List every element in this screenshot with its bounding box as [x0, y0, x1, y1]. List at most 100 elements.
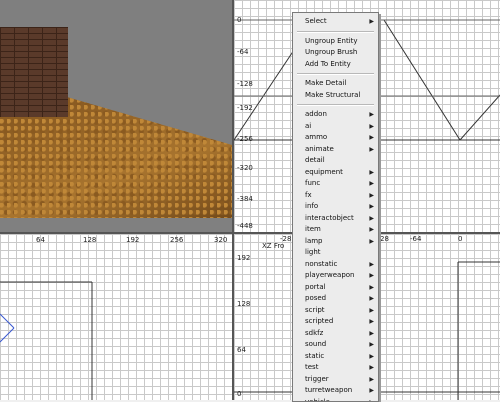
menu-item-label: equipment: [305, 168, 343, 176]
menu-item-entity-light[interactable]: light: [293, 247, 378, 259]
menu-item-label: Select: [305, 17, 327, 25]
menu-item-entity-lamp[interactable]: lamp ▶: [293, 236, 378, 248]
menu-item-ungroup-entity[interactable]: Ungroup Entity: [293, 36, 378, 48]
entity-context-menu[interactable]: Select ▶ Ungroup Entity Ungroup Brush Ad…: [292, 12, 379, 402]
y-tick-label: -448: [237, 222, 253, 230]
menu-item-entity-fx[interactable]: fx ▶: [293, 190, 378, 202]
y-tick-label: -256: [237, 135, 253, 143]
x-tick-label: 320: [214, 236, 227, 244]
menu-item-label: test: [305, 363, 318, 371]
menu-item-label: turretweapon: [305, 386, 352, 394]
menu-separator: [297, 73, 374, 75]
submenu-arrow-icon: ▶: [369, 259, 374, 271]
submenu-arrow-icon: ▶: [369, 121, 374, 133]
menu-item-label: static: [305, 352, 324, 360]
x-tick-label: 64: [36, 236, 45, 244]
camera-3d-viewport[interactable]: [0, 0, 234, 234]
menu-item-entity-animate[interactable]: animate▶: [293, 144, 378, 156]
submenu-arrow-icon: ▶: [369, 374, 374, 386]
menu-item-label: interactobject: [305, 214, 354, 222]
menu-item-entity-playerweapon[interactable]: playerweapon ▶: [293, 270, 378, 282]
submenu-arrow-icon: ▶: [369, 397, 374, 402]
submenu-arrow-icon: ▶: [369, 293, 374, 305]
menu-item-entity-script[interactable]: script▶: [293, 305, 378, 317]
x-tick-label: 192: [126, 236, 139, 244]
entity-class-list: addon▶ai▶ammo▶animate▶detailequipment▶fu…: [293, 109, 378, 402]
grid-view-bottom-left-lines: [0, 234, 232, 400]
menu-item-label: fx: [305, 191, 312, 199]
menu-item-label: posed: [305, 294, 326, 302]
menu-item-label: sdkfz: [305, 329, 323, 337]
menu-item-label: playerweapon: [305, 271, 355, 279]
menu-item-ungroup-brush[interactable]: Ungroup Brush: [293, 47, 378, 59]
submenu-arrow-icon: ▶: [369, 270, 374, 282]
menu-item-label: info: [305, 202, 318, 210]
menu-item-label: Add To Entity: [305, 60, 351, 68]
submenu-arrow-icon: ▶: [369, 190, 374, 202]
submenu-arrow-icon: ▶: [369, 236, 374, 248]
menu-item-label: ammo: [305, 133, 327, 141]
y-tick-label: 0: [237, 390, 241, 398]
x-tick-label: 0: [458, 235, 462, 243]
menu-item-make-detail[interactable]: Make Detail: [293, 78, 378, 90]
menu-item-add-to-entity[interactable]: Add To Entity: [293, 59, 378, 71]
menu-item-entity-trigger[interactable]: trigger▶: [293, 374, 378, 386]
menu-item-label: animate: [305, 145, 334, 153]
menu-item-entity-sound[interactable]: sound▶: [293, 339, 378, 351]
menu-item-entity-scripted[interactable]: scripted▶: [293, 316, 378, 328]
menu-item-label: sound: [305, 340, 326, 348]
menu-separator: [297, 31, 374, 33]
menu-item-entity-equipment[interactable]: equipment ▶: [293, 167, 378, 179]
x-tick-label: 256: [170, 236, 183, 244]
y-tick-label: -128: [237, 80, 253, 88]
y-tick-label: 64: [237, 346, 246, 354]
menu-item-entity-test[interactable]: test▶: [293, 362, 378, 374]
brick-wall-brush[interactable]: [0, 27, 68, 117]
submenu-arrow-icon: ▶: [369, 178, 374, 190]
menu-item-label: ai: [305, 122, 311, 130]
x-tick-label: -28: [280, 235, 291, 243]
menu-item-entity-posed[interactable]: posed ▶: [293, 293, 378, 305]
menu-item-entity-addon[interactable]: addon▶: [293, 109, 378, 121]
y-tick-label: 0: [237, 16, 241, 24]
menu-item-label: portal: [305, 283, 326, 291]
y-tick-label: -192: [237, 104, 253, 112]
menu-item-entity-info[interactable]: info▶: [293, 201, 378, 213]
y-tick-label: -64: [237, 48, 248, 56]
menu-item-entity-static[interactable]: static ▶: [293, 351, 378, 363]
menu-item-entity-detail[interactable]: detail: [293, 155, 378, 167]
y-tick-label: -320: [237, 164, 253, 172]
menu-item-label: script: [305, 306, 325, 314]
menu-item-select[interactable]: Select ▶: [293, 16, 378, 28]
menu-item-label: lamp: [305, 237, 323, 245]
menu-item-label: func: [305, 179, 320, 187]
menu-item-entity-item[interactable]: item▶: [293, 224, 378, 236]
menu-item-entity-sdkfz[interactable]: sdkfz ▶: [293, 328, 378, 340]
submenu-arrow-icon: ▶: [369, 351, 374, 363]
menu-item-label: scripted: [305, 317, 333, 325]
grid-view-bottom-left[interactable]: 64 128 192 256 320: [0, 234, 234, 400]
menu-item-make-structural[interactable]: Make Structural: [293, 90, 378, 102]
submenu-arrow-icon: ▶: [369, 328, 374, 340]
menu-item-label: Make Structural: [305, 91, 360, 99]
submenu-arrow-icon: ▶: [369, 132, 374, 144]
y-tick-label: -384: [237, 195, 253, 203]
menu-item-entity-turretweapon[interactable]: turretweapon ▶: [293, 385, 378, 397]
menu-item-entity-vehicle[interactable]: vehicle▶: [293, 397, 378, 402]
y-tick-label: 192: [237, 254, 250, 262]
submenu-arrow-icon: ▶: [369, 167, 374, 179]
menu-item-label: item: [305, 225, 321, 233]
submenu-arrow-icon: ▶: [369, 385, 374, 397]
menu-item-label: Ungroup Entity: [305, 37, 358, 45]
y-tick-label: 128: [237, 300, 250, 308]
submenu-arrow-icon: ▶: [369, 109, 374, 121]
submenu-arrow-icon: ▶: [369, 282, 374, 294]
menu-item-entity-func[interactable]: func ▶: [293, 178, 378, 190]
menu-item-entity-nonstatic[interactable]: nonstatic▶: [293, 259, 378, 271]
menu-item-entity-ai[interactable]: ai ▶: [293, 121, 378, 133]
menu-item-entity-interactobject[interactable]: interactobject▶: [293, 213, 378, 225]
menu-item-label: detail: [305, 156, 325, 164]
menu-item-entity-portal[interactable]: portal ▶: [293, 282, 378, 294]
menu-item-entity-ammo[interactable]: ammo ▶: [293, 132, 378, 144]
menu-item-label: Ungroup Brush: [305, 48, 357, 56]
